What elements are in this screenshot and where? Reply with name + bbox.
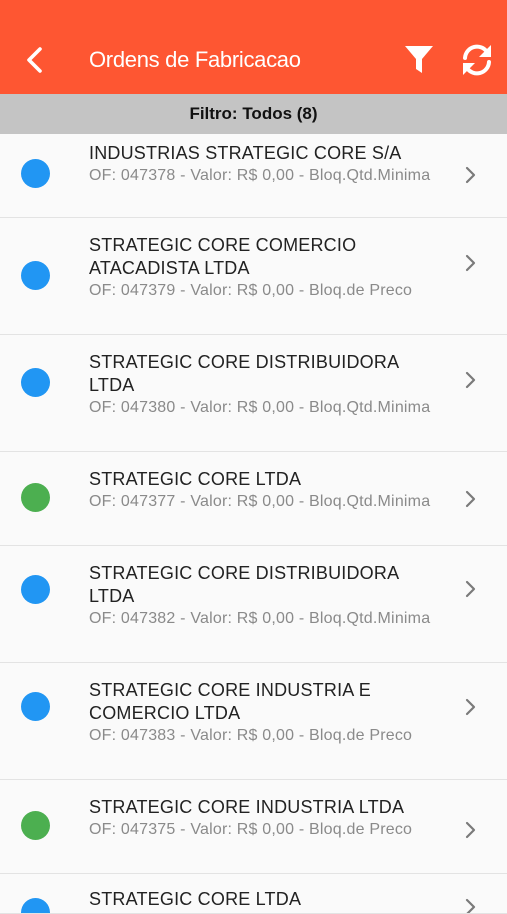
customer-name: STRATEGIC CORE LTDA [89, 469, 302, 489]
status-indicator [21, 368, 50, 397]
customer-name: STRATEGIC CORE DISTRIBUIDORA LTDA [89, 563, 399, 606]
order-detail: OF: 047382 - Valor: R$ 0,00 - Bloq.Qtd.M… [89, 610, 431, 627]
chevron-right-icon [465, 698, 476, 716]
refresh-icon [463, 44, 491, 76]
chevron-right-icon [465, 821, 476, 839]
status-indicator [21, 575, 50, 604]
order-row[interactable]: STRATEGIC CORE DISTRIBUIDORA LTDA OF: 047… [0, 335, 507, 452]
order-text: STRATEGIC CORE LTDA [0, 874, 507, 911]
customer-name: INDUSTRIAS STRATEGIC CORE S/A [89, 143, 402, 163]
order-row[interactable]: STRATEGIC CORE LTDA OF: 047377 - Valor: R… [0, 452, 507, 546]
order-list: INDUSTRIAS STRATEGIC CORE S/A OF: 047378 … [0, 134, 507, 914]
chevron-right-icon [465, 371, 476, 389]
order-text: STRATEGIC CORE COMERCIO ATACADISTA LTDA O… [0, 218, 507, 301]
order-detail: OF: 047377 - Valor: R$ 0,00 - Bloq.Qtd.M… [89, 493, 431, 510]
customer-name: STRATEGIC CORE DISTRIBUIDORA LTDA [89, 352, 399, 395]
order-detail: OF: 047375 - Valor: R$ 0,00 - Bloq.de Pr… [89, 821, 413, 838]
refresh-button[interactable] [458, 41, 496, 79]
customer-name: STRATEGIC CORE COMERCIO ATACADISTA LTDA [89, 235, 357, 278]
page-title: Ordens de Fabricacao [89, 47, 301, 72]
chevron-right-icon [465, 166, 476, 184]
order-row[interactable]: STRATEGIC CORE LTDA [0, 874, 507, 914]
customer-name: STRATEGIC CORE INDUSTRIA E COMERCIO LTDA [89, 680, 371, 723]
order-row[interactable]: STRATEGIC CORE DISTRIBUIDORA LTDA OF: 047… [0, 546, 507, 663]
chevron-left-icon [27, 47, 42, 73]
order-detail: OF: 047380 - Valor: R$ 0,00 - Bloq.Qtd.M… [89, 399, 431, 416]
status-indicator [21, 483, 50, 512]
order-text: STRATEGIC CORE INDUSTRIA LTDA OF: 047375 … [0, 780, 507, 840]
chevron-right-icon [465, 254, 476, 272]
back-button[interactable] [22, 42, 52, 78]
app-bar: Ordens de Fabricacao [0, 0, 507, 94]
order-row[interactable]: STRATEGIC CORE COMERCIO ATACADISTA LTDA O… [0, 218, 507, 335]
order-detail: OF: 047378 - Valor: R$ 0,00 - Bloq.Qtd.M… [89, 167, 431, 184]
filter-icon [405, 46, 433, 73]
status-indicator [21, 261, 50, 290]
customer-name: STRATEGIC CORE INDUSTRIA LTDA [89, 797, 405, 817]
order-text: STRATEGIC CORE LTDA OF: 047377 - Valor: R… [0, 452, 507, 512]
filter-status-bar: Filtro: Todos (8) [0, 94, 507, 134]
order-detail: OF: 047383 - Valor: R$ 0,00 - Bloq.de Pr… [89, 727, 413, 744]
order-detail: OF: 047379 - Valor: R$ 0,00 - Bloq.de Pr… [89, 282, 413, 299]
order-row[interactable]: STRATEGIC CORE INDUSTRIA LTDA OF: 047375 … [0, 780, 507, 874]
status-indicator [21, 692, 50, 721]
filter-button[interactable] [402, 41, 436, 79]
order-row[interactable]: INDUSTRIAS STRATEGIC CORE S/A OF: 047378 … [0, 134, 507, 218]
chevron-right-icon [465, 898, 476, 913]
order-text: INDUSTRIAS STRATEGIC CORE S/A OF: 047378 … [0, 134, 507, 186]
order-text: STRATEGIC CORE DISTRIBUIDORA LTDA OF: 047… [0, 335, 507, 418]
status-indicator [21, 159, 50, 188]
order-text: STRATEGIC CORE INDUSTRIA E COMERCIO LTDA… [0, 663, 507, 746]
order-row[interactable]: STRATEGIC CORE INDUSTRIA E COMERCIO LTDA… [0, 663, 507, 780]
order-text: STRATEGIC CORE DISTRIBUIDORA LTDA OF: 047… [0, 546, 507, 629]
chevron-right-icon [465, 490, 476, 508]
status-indicator [21, 811, 50, 840]
chevron-right-icon [465, 580, 476, 598]
